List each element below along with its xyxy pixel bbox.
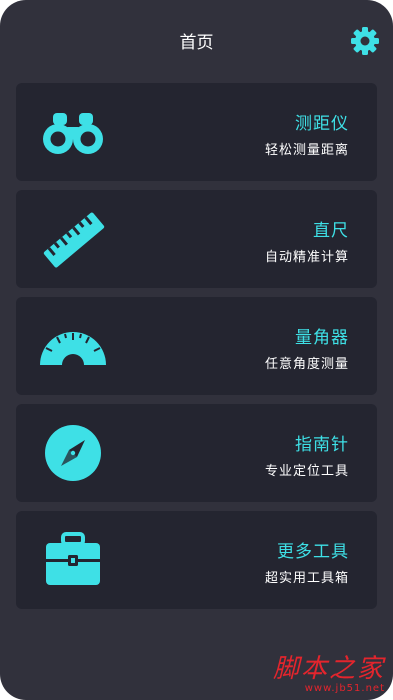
gear-icon[interactable] — [350, 26, 380, 56]
header-bar: 首页 — [0, 0, 393, 78]
ruler-icon — [43, 212, 105, 268]
compass-icon — [45, 425, 101, 481]
app-screen: 首页 测距仪 轻松测量距离 直尺 自动精准计算 量角器 任意角度测量 指南针 专… — [0, 0, 393, 700]
card-protractor[interactable]: 量角器 任意角度测量 — [16, 297, 377, 395]
card-more-tools[interactable]: 更多工具 超实用工具箱 — [16, 511, 377, 609]
site-watermark: 脚本之家 www.jb51.net — [273, 655, 385, 694]
watermark-logo-text: 脚本之家 — [272, 654, 385, 684]
card-rangefinder[interactable]: 测距仪 轻松测量距离 — [16, 83, 377, 181]
card-title: 直尺 — [313, 221, 349, 241]
card-ruler[interactable]: 直尺 自动精准计算 — [16, 190, 377, 288]
toolbox-icon — [46, 532, 100, 585]
protractor-icon — [40, 332, 106, 365]
card-subtitle: 专业定位工具 — [264, 464, 349, 479]
card-subtitle: 轻松测量距离 — [264, 143, 349, 158]
card-subtitle: 超实用工具箱 — [264, 571, 349, 586]
watermark-url: www.jb51.net — [304, 683, 385, 694]
card-title: 测距仪 — [295, 114, 349, 134]
card-title: 量角器 — [295, 328, 349, 348]
card-subtitle: 自动精准计算 — [264, 250, 349, 265]
card-title: 更多工具 — [277, 542, 349, 562]
binoculars-icon — [43, 113, 103, 154]
card-title: 指南针 — [295, 435, 349, 455]
card-subtitle: 任意角度测量 — [264, 357, 349, 372]
card-compass[interactable]: 指南针 专业定位工具 — [16, 404, 377, 502]
page-title: 首页 — [179, 33, 214, 53]
